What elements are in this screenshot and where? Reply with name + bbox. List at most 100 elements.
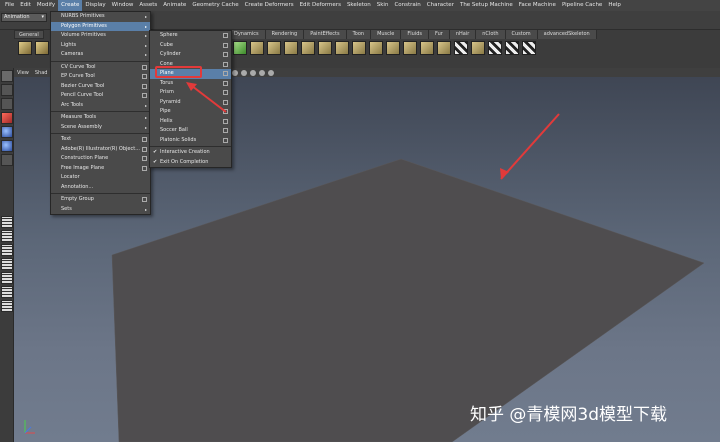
menu-assets[interactable]: Assets — [136, 0, 160, 11]
menu-item-torus[interactable]: Torus — [150, 79, 231, 89]
menu-item-exit-on-completion[interactable]: ✔ Exit On Completion — [150, 158, 231, 168]
lasso-tool-icon[interactable] — [1, 84, 13, 96]
menu-modify[interactable]: Modify — [34, 0, 58, 11]
menu-item-locator[interactable]: Locator — [51, 173, 150, 183]
option-box-icon[interactable] — [142, 64, 147, 70]
menu-item-adobe-r-illustrator-r-object[interactable]: Adobe(R) Illustrator(R) Object... — [51, 145, 150, 155]
shelf-tab-general[interactable]: General — [14, 30, 44, 39]
move-tool-icon[interactable] — [1, 112, 13, 124]
scale-tool-icon[interactable] — [1, 140, 13, 152]
shelf-tool-icon[interactable] — [369, 41, 383, 55]
shading-icon[interactable] — [268, 70, 274, 76]
menu-item-arc-tools[interactable]: Arc Tools ▸ — [51, 101, 150, 111]
shelf-tab-dynamics[interactable]: Dynamics — [228, 30, 266, 39]
menu-skeleton[interactable]: Skeleton — [344, 0, 374, 11]
menu-item-platonic-solids[interactable]: Platonic Solids — [150, 136, 231, 146]
option-box-icon[interactable] — [223, 118, 228, 124]
menu-item-text[interactable]: Text — [51, 135, 150, 145]
menu-item-pencil-curve-tool[interactable]: Pencil Curve Tool — [51, 91, 150, 101]
shelf-tool-icon[interactable] — [522, 41, 536, 55]
shading-icon[interactable] — [259, 70, 265, 76]
layout-four-icon[interactable] — [1, 230, 13, 242]
menu-geometry-cache[interactable]: Geometry Cache — [189, 0, 241, 11]
menu-item-soccer-ball[interactable]: Soccer Ball — [150, 126, 231, 136]
layout-two-icon[interactable] — [1, 244, 13, 256]
menu-help[interactable]: Help — [605, 0, 624, 11]
shading-icon[interactable] — [241, 70, 247, 76]
option-box-icon[interactable] — [142, 165, 147, 171]
menu-item-cube[interactable]: Cube — [150, 41, 231, 51]
option-box-icon[interactable] — [142, 93, 147, 98]
shelf-tool-icon[interactable] — [284, 41, 298, 55]
option-box-icon[interactable] — [223, 52, 228, 57]
menu-item-measure-tools[interactable]: Measure Tools ▸ — [51, 113, 150, 123]
menu-item-construction-plane[interactable]: Construction Plane — [51, 154, 150, 164]
layout-outliner-icon[interactable] — [1, 258, 13, 270]
rotate-tool-icon[interactable] — [1, 126, 13, 138]
shading-icon[interactable] — [232, 70, 238, 76]
layout-persp-icon[interactable] — [1, 300, 13, 312]
menu-edit[interactable]: Edit — [17, 0, 34, 11]
option-box-icon[interactable] — [223, 61, 228, 67]
shelf-tab-fur[interactable]: Fur — [429, 30, 450, 39]
option-box-icon[interactable] — [223, 137, 228, 143]
panel-menu-shad[interactable]: Shad — [32, 70, 51, 76]
menu-item-annotation[interactable]: Annotation... — [51, 183, 150, 193]
option-box-icon[interactable] — [142, 146, 147, 152]
menu-item-bezier-curve-tool[interactable]: Bezier Curve Tool — [51, 82, 150, 92]
shelf-tool-icon[interactable] — [267, 41, 281, 55]
menu-item-sphere[interactable]: Sphere — [150, 31, 231, 41]
option-box-icon[interactable] — [142, 74, 147, 79]
cube-icon[interactable] — [35, 41, 49, 55]
menu-edit-deformers[interactable]: Edit Deformers — [297, 0, 344, 11]
option-box-icon[interactable] — [223, 42, 228, 48]
soft-mod-tool-icon[interactable] — [1, 154, 13, 166]
layout-hypershade-icon[interactable] — [1, 286, 13, 298]
menu-skin[interactable]: Skin — [374, 0, 392, 11]
menu-animate[interactable]: Animate — [160, 0, 189, 11]
menu-item-free-image-plane[interactable]: Free Image Plane — [51, 164, 150, 174]
panel-menu-view[interactable]: View — [14, 70, 32, 76]
shelf-tab-custom[interactable]: Custom — [505, 30, 538, 39]
option-box-icon[interactable] — [142, 83, 147, 89]
menu-the-setup-machine[interactable]: The Setup Machine — [457, 0, 516, 11]
shelf-tab-ncloth[interactable]: nCloth — [476, 30, 506, 39]
shelf-tool-icon[interactable] — [454, 41, 468, 55]
shelf-tab-muscle[interactable]: Muscle — [371, 30, 402, 39]
paint-select-tool-icon[interactable] — [1, 98, 13, 110]
option-box-icon[interactable] — [142, 137, 147, 142]
option-box-icon[interactable] — [142, 197, 147, 202]
menu-pipeline-cache[interactable]: Pipeline Cache — [559, 0, 605, 11]
shelf-tool-icon[interactable] — [505, 41, 519, 55]
menu-item-volume-primitives[interactable]: Volume Primitives ▸ — [51, 31, 150, 41]
shelf-tool-icon[interactable] — [233, 41, 247, 55]
option-box-icon[interactable] — [142, 156, 147, 161]
shading-icon[interactable] — [250, 70, 256, 76]
menu-create[interactable]: Create — [58, 0, 83, 11]
shelf-tool-icon[interactable] — [488, 41, 502, 55]
shelf-tab-rendering[interactable]: Rendering — [265, 30, 305, 39]
menu-item-pyramid[interactable]: Pyramid — [150, 98, 231, 108]
shelf-tool-icon[interactable] — [403, 41, 417, 55]
menu-create-deformers[interactable]: Create Deformers — [242, 0, 297, 11]
option-box-icon[interactable] — [223, 80, 228, 86]
cube-icon[interactable] — [18, 41, 32, 55]
menu-file[interactable]: File — [2, 0, 17, 11]
shelf-tool-icon[interactable] — [250, 41, 264, 55]
menu-item-cylinder[interactable]: Cylinder — [150, 50, 231, 60]
option-box-icon[interactable] — [223, 33, 228, 38]
menu-window[interactable]: Window — [109, 0, 137, 11]
shelf-tab-advancedskeleton[interactable]: advancedSkeleton — [537, 30, 597, 39]
menu-item-prism[interactable]: Prism — [150, 88, 231, 98]
menu-constrain[interactable]: Constrain — [391, 0, 423, 11]
mode-selector[interactable]: Animation ▾ — [1, 13, 47, 22]
option-box-icon[interactable] — [223, 109, 228, 114]
menu-item-helix[interactable]: Helix — [150, 117, 231, 127]
layout-graph-icon[interactable] — [1, 272, 13, 284]
option-box-icon[interactable] — [223, 90, 228, 95]
shelf-tool-icon[interactable] — [301, 41, 315, 55]
option-box-icon[interactable] — [223, 128, 228, 133]
layout-single-icon[interactable] — [1, 216, 13, 228]
menu-item-polygon-primitives[interactable]: Polygon Primitives ▸ — [51, 21, 150, 31]
menu-item-empty-group[interactable]: Empty Group — [51, 195, 150, 205]
